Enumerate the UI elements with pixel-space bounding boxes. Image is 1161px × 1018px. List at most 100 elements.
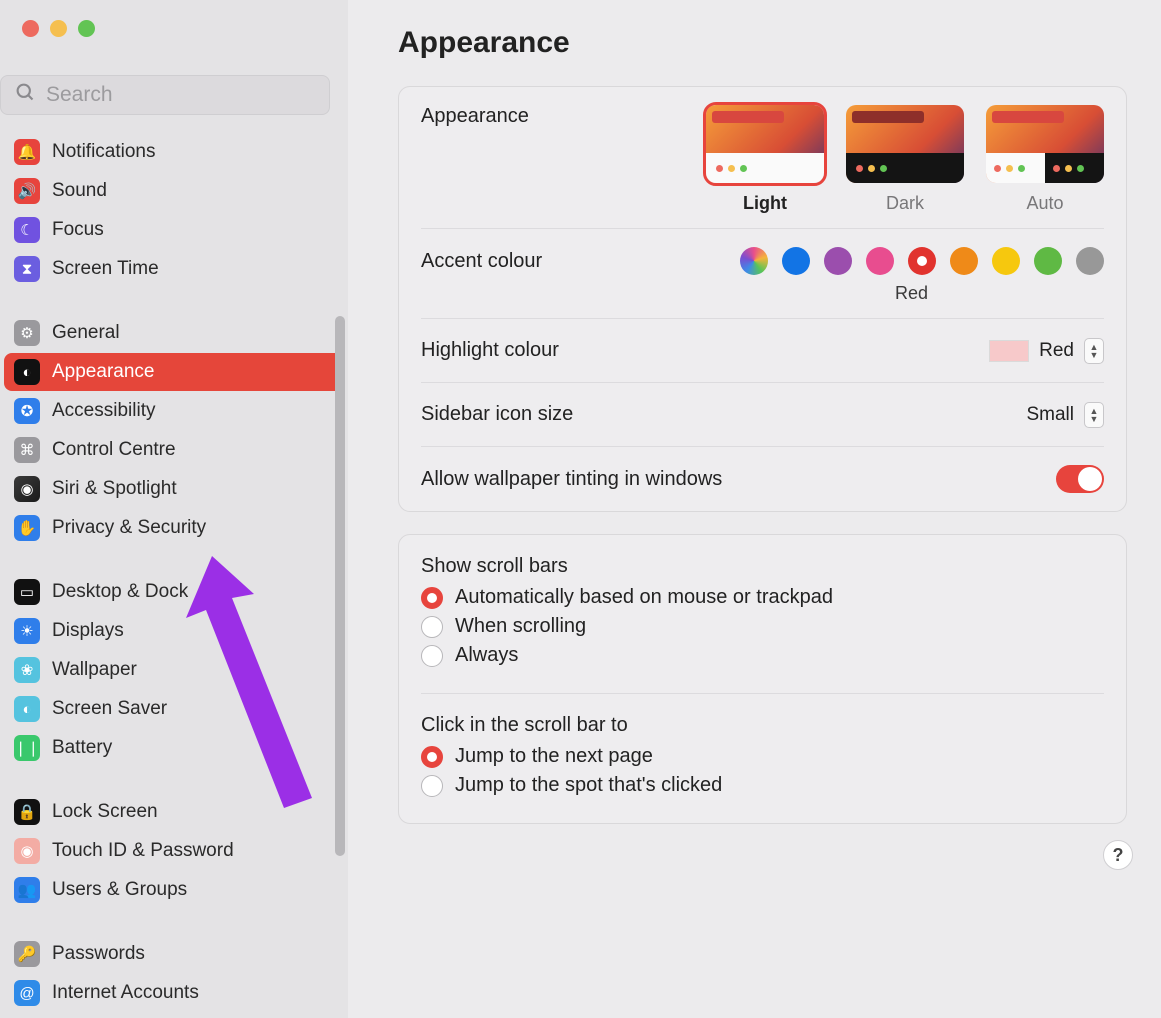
fullscreen-icon[interactable] [78, 20, 95, 37]
sidebar-item-label: Lock Screen [52, 801, 158, 823]
main-panel: Appearance Appearance LightDarkAuto Acce… [348, 0, 1161, 1018]
sidebar-item-passwords[interactable]: 🔑Passwords [4, 935, 344, 973]
search-icon [15, 82, 36, 109]
wallpaper-tinting-row: Allow wallpaper tinting in windows [421, 447, 1104, 511]
sidebar-item-users-groups[interactable]: 👥Users & Groups [4, 871, 344, 909]
sidebar-item-label: Screen Time [52, 258, 159, 280]
accent-swatch-blue[interactable] [782, 247, 810, 275]
mode-label: Auto [986, 193, 1104, 214]
sidebar-item-siri-spotlight[interactable]: ◉Siri & Spotlight [4, 470, 344, 508]
sidebar-item-label: Focus [52, 219, 104, 241]
sidebar-item-internet-accounts[interactable]: @ Internet Accounts [4, 974, 344, 1012]
click-scroll-bar-group: Click in the scroll bar to Jump to the n… [421, 694, 1104, 823]
sidebar-item-label: Screen Saver [52, 698, 167, 720]
sidebar-item-wallpaper[interactable]: ❀Wallpaper [4, 651, 344, 689]
accent-swatch-graphite[interactable] [1076, 247, 1104, 275]
appearance-mode-auto[interactable]: Auto [986, 105, 1104, 214]
sidebar-item-label: Internet Accounts [52, 982, 199, 1004]
window-controls [0, 0, 348, 37]
sidebar-item-general[interactable]: ⚙General [4, 314, 344, 352]
minimize-icon[interactable] [50, 20, 67, 37]
accent-swatch-pink[interactable] [866, 247, 894, 275]
show-scroll-bars-option-0[interactable]: Automatically based on mouse or trackpad [421, 586, 1104, 609]
sidebar-item-focus[interactable]: ☾Focus [4, 211, 344, 249]
sidebar-item-lock-screen[interactable]: 🔒 Lock Screen [4, 793, 344, 831]
sidebar-item-label: Control Centre [52, 439, 176, 461]
accent-swatch-yellow[interactable] [992, 247, 1020, 275]
radio-icon [421, 616, 443, 638]
chevron-up-down-icon: ▲▼ [1084, 402, 1104, 428]
radio-icon [421, 746, 443, 768]
sidebar-item-label: Displays [52, 620, 124, 642]
click-scroll-bar-label: Click in the scroll bar to [421, 714, 1104, 737]
sidebar-item-touch-id-password[interactable]: ◉Touch ID & Password [4, 832, 344, 870]
sidebar-scrollbar[interactable] [335, 316, 345, 856]
sidebar-item-label: Notifications [52, 141, 156, 163]
show-scroll-bars-option-2[interactable]: Always [421, 644, 1104, 667]
radio-icon [421, 775, 443, 797]
highlight-colour-label: Highlight colour [421, 339, 989, 362]
accent-swatch-purple[interactable] [824, 247, 852, 275]
sidebar-item-label: Sound [52, 180, 107, 202]
click-scroll-bar-option-0[interactable]: Jump to the next page [421, 745, 1104, 768]
sidebar-item-sound[interactable]: 🔊Sound [4, 172, 344, 210]
sidebar-item-label: Battery [52, 737, 112, 759]
radio-label: Always [455, 644, 518, 667]
wallpaper-icon: ❀ [14, 657, 40, 683]
screensaver-icon: ◐ [14, 696, 40, 722]
search-field[interactable] [0, 75, 330, 115]
sidebar-item-displays[interactable]: ☀ Displays [4, 612, 344, 650]
highlight-swatch-icon [989, 340, 1029, 362]
appearance-mode-dark[interactable]: Dark [846, 105, 964, 214]
sidebar-size-dropdown[interactable]: Small ▲▼ [1026, 402, 1104, 428]
radio-label: Jump to the next page [455, 745, 653, 768]
notifications-icon: 🔔 [14, 139, 40, 165]
sidebar-item-notifications[interactable]: 🔔 Notifications [4, 133, 344, 171]
appearance-mode-label: Appearance [421, 105, 706, 128]
sidebar-size-row: Sidebar icon size Small ▲▼ [421, 383, 1104, 447]
accent-swatch-multicolour[interactable] [740, 247, 768, 275]
show-scroll-bars-option-1[interactable]: When scrolling [421, 615, 1104, 638]
sidebar-item-desktop-dock[interactable]: ▭Desktop & Dock [4, 573, 344, 611]
click-scroll-bar-option-1[interactable]: Jump to the spot that's clicked [421, 774, 1104, 797]
radio-icon [421, 645, 443, 667]
sidebar-item-accessibility[interactable]: ✪Accessibility [4, 392, 344, 430]
highlight-colour-dropdown[interactable]: Red ▲▼ [989, 338, 1104, 364]
sidebar-item-label: Privacy & Security [52, 517, 206, 539]
show-scroll-bars-label: Show scroll bars [421, 555, 1104, 578]
accent-swatch-orange[interactable] [950, 247, 978, 275]
sidebar-item-privacy-security[interactable]: ✋ Privacy & Security [4, 509, 344, 547]
help-button[interactable]: ? [1103, 840, 1133, 870]
appearance-mode-light[interactable]: Light [706, 105, 824, 214]
search-input[interactable] [46, 83, 315, 107]
show-scroll-bars-group: Show scroll bars Automatically based on … [421, 535, 1104, 694]
sidebar-item-label: Appearance [52, 361, 154, 383]
accent-swatch-red[interactable] [908, 247, 936, 275]
lockscreen-icon: 🔒 [14, 799, 40, 825]
sidebar-item-label: Passwords [52, 943, 145, 965]
sidebar-item-screen-saver[interactable]: ◐ Screen Saver [4, 690, 344, 728]
accent-swatch-green[interactable] [1034, 247, 1062, 275]
highlight-colour-value: Red [1039, 340, 1074, 362]
radio-icon [421, 587, 443, 609]
sidebar-item-label: Siri & Spotlight [52, 478, 177, 500]
wallpaper-tinting-label: Allow wallpaper tinting in windows [421, 468, 1056, 491]
accent-colour-label: Accent colour [421, 250, 740, 273]
mode-label: Light [706, 193, 824, 214]
accent-colour-row: Accent colour Red [421, 229, 1104, 319]
chevron-up-down-icon: ▲▼ [1084, 338, 1104, 364]
sidebar-item-label: Desktop & Dock [52, 581, 188, 603]
sidebar-item-appearance[interactable]: ◐Appearance [4, 353, 344, 391]
privacy-icon: ✋ [14, 515, 40, 541]
internet-icon: @ [14, 980, 40, 1006]
wallpaper-tinting-toggle[interactable] [1056, 465, 1104, 493]
sidebar-item-screen-time[interactable]: ⧗Screen Time [4, 250, 344, 288]
close-icon[interactable] [22, 20, 39, 37]
battery-icon: ❘❘ [14, 735, 40, 761]
sidebar-item-label: Accessibility [52, 400, 155, 422]
sidebar-item-battery[interactable]: ❘❘ Battery [4, 729, 344, 767]
mode-thumb-icon [846, 105, 964, 183]
displays-icon: ☀ [14, 618, 40, 644]
general-icon: ⚙ [14, 320, 40, 346]
sidebar-item-control-centre[interactable]: ⌘Control Centre [4, 431, 344, 469]
